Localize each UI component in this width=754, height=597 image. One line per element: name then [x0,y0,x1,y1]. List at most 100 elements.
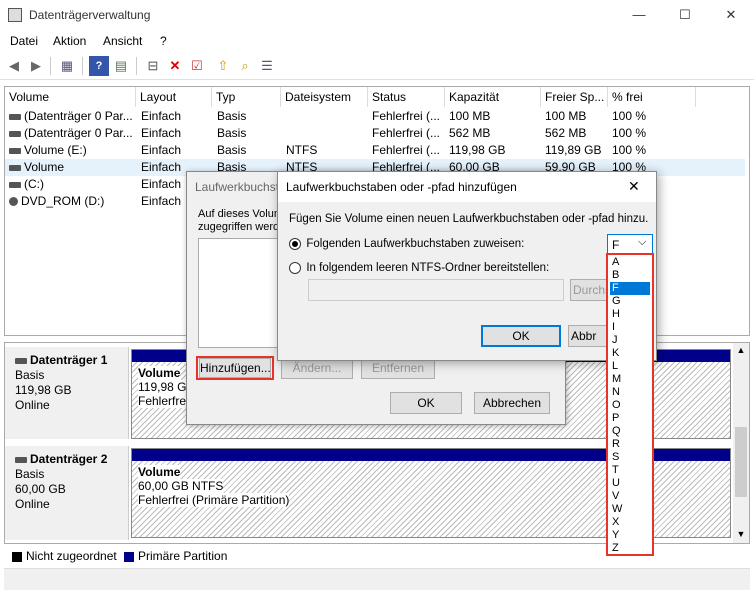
properties-icon[interactable]: ▦ [57,56,77,76]
dropdown-option-q[interactable]: Q [610,425,650,438]
cell-status: Fehlerfrei (... [372,109,441,123]
disk-size: 119,98 GB [15,383,72,397]
drive-letter-dropdown[interactable]: ABFGHIJKLMNOPQRSTUVWXYZ [606,253,654,556]
dropdown-option-w[interactable]: W [610,503,650,516]
column-typ[interactable]: Typ [212,87,281,107]
disk-panel-scrollbar[interactable]: ▲ ▼ [733,343,749,543]
drive-path-list[interactable] [198,238,280,348]
dropdown-option-r[interactable]: R [610,438,650,451]
dropdown-option-p[interactable]: P [610,412,650,425]
cell-layout: Einfach [141,177,182,191]
dropdown-option-y[interactable]: Y [610,529,650,542]
dialog-close-icon[interactable]: ✕ [628,178,640,195]
ok-button[interactable]: OK [390,392,462,414]
dialog-title: Laufwerkbuchst [195,180,280,194]
toolbar-separator [136,57,137,75]
menu-ansicht[interactable]: Ansicht [103,34,142,48]
radio-mount-folder[interactable] [289,261,301,274]
dropdown-option-v[interactable]: V [610,490,650,503]
column-freier-speicher[interactable]: Freier Sp... [541,87,608,107]
dropdown-option-k[interactable]: K [610,347,650,360]
dropdown-option-a[interactable]: A [610,256,650,269]
disk-name: Datenträger 2 [30,452,108,466]
cancel-button[interactable]: Abbr [568,325,608,347]
radio-mount-folder-label: In folgendem leeren NTFS-Ordner bereitst… [306,262,550,274]
dropdown-option-g[interactable]: G [610,295,650,308]
dropdown-option-n[interactable]: N [610,386,650,399]
partition-title: Volume [138,366,181,380]
cell-volume: DVD_ROM (D:) [21,194,105,208]
volume-icon [9,113,21,120]
column-status[interactable]: Status [368,87,445,107]
dropdown-option-j[interactable]: J [610,334,650,347]
help-icon[interactable]: ? [89,56,109,76]
drive-letter-select[interactable]: F ⌵ [607,234,653,254]
disk-state: Online [15,497,50,511]
maximize-button[interactable]: ☐ [662,0,708,30]
dropdown-option-t[interactable]: T [610,464,650,477]
back-icon[interactable]: ◀ [4,56,24,76]
legend-unallocated: Nicht zugeordnet [26,549,117,563]
dropdown-option-m[interactable]: M [610,373,650,386]
disk-1-label[interactable]: Datenträger 1 Basis 119,98 GB Online [5,347,129,439]
dropdown-option-h[interactable]: H [610,308,650,321]
table-row[interactable]: (Datenträger 0 Par... Einfach Basis Fehl… [5,108,745,125]
dropdown-option-u[interactable]: U [610,477,650,490]
volume-icon [9,147,21,154]
dropdown-option-f[interactable]: F [610,282,650,295]
menu-help[interactable]: ? [160,34,167,48]
column-layout[interactable]: Layout [136,87,212,107]
up-icon[interactable]: ⇧ [213,56,233,76]
dropdown-option-x[interactable]: X [610,516,650,529]
close-button[interactable]: ✕ [708,0,754,30]
cell-percent: 100 % [612,109,647,123]
disk-icon [15,357,27,364]
volume-icon [9,130,21,137]
delete-icon[interactable]: ✕ [165,56,185,76]
dialog-text-line1: Auf dieses Volum [198,208,283,220]
disk-icon [15,456,27,463]
column-volume[interactable]: Volume [5,87,136,107]
dropdown-option-s[interactable]: S [610,451,650,464]
cell-volume: Volume (E:) [24,143,87,157]
table-row[interactable]: (Datenträger 0 Par... Einfach Basis Fehl… [5,125,745,142]
chevron-down-icon: ⌵ [638,236,647,248]
dropdown-option-i[interactable]: I [610,321,650,334]
check-icon[interactable]: ☑ [187,56,207,76]
disk-size: 60,00 GB [15,482,66,496]
disk-type: Basis [15,368,45,382]
radio-assign-letter[interactable] [289,237,301,250]
dropdown-option-o[interactable]: O [610,399,650,412]
cancel-button[interactable]: Abbrechen [474,392,550,414]
menu-datei[interactable]: Datei [10,34,38,48]
ok-button[interactable]: OK [481,325,561,347]
partition-status: Fehlerfrei (Primäre Partition) [138,493,290,507]
menu-bar: Datei Aktion Ansicht ? [0,30,754,52]
connect-icon[interactable]: ⊟ [143,56,163,76]
column-dateisystem[interactable]: Dateisystem [281,87,368,107]
column-kapazitaet[interactable]: Kapazität [445,87,541,107]
dropdown-option-b[interactable]: B [610,269,650,282]
browse-button[interactable]: Durchs [570,279,610,301]
view-icon[interactable]: ▤ [111,56,131,76]
cell-fs: NTFS [286,143,318,157]
cell-capacity: 100 MB [449,109,491,123]
partition-status: Fehlerfrei [138,394,189,408]
menu-aktion[interactable]: Aktion [53,34,86,48]
table-row[interactable]: Volume (E:) Einfach Basis NTFS Fehlerfre… [5,142,745,159]
search-icon[interactable]: ⌕ [235,56,255,76]
partition-size: 60,00 GB NTFS [138,479,224,493]
list-icon[interactable]: ☰ [257,56,277,76]
add-button[interactable]: Hinzufügen... [199,358,271,378]
legend-unallocated-swatch [12,551,22,562]
dropdown-option-l[interactable]: L [610,360,650,373]
cell-volume: (Datenträger 0 Par... [24,109,133,123]
cell-typ: Basis [217,126,247,140]
minimize-button[interactable]: — [616,0,662,30]
column-prozent-frei[interactable]: % frei [608,87,696,107]
cell-layout: Einfach [141,126,182,140]
folder-path-input[interactable] [308,279,564,301]
forward-icon[interactable]: ▶ [26,56,46,76]
disk-2-label[interactable]: Datenträger 2 Basis 60,00 GB Online [5,446,129,540]
dropdown-option-z[interactable]: Z [610,542,650,555]
